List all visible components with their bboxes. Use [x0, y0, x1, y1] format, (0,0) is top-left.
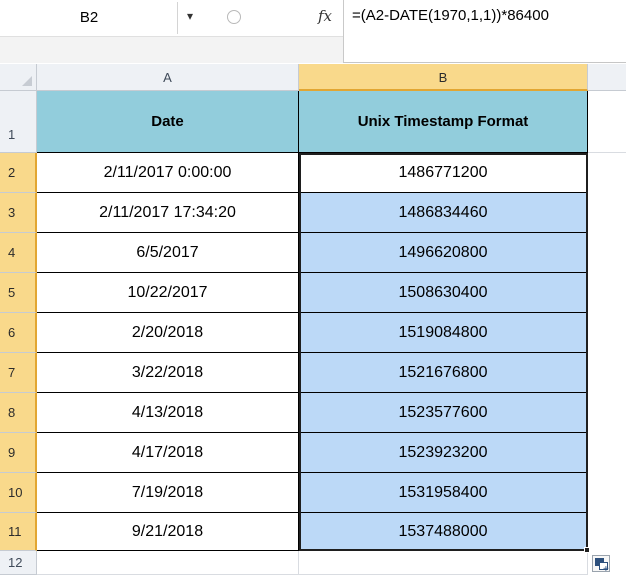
table-cell-date[interactable]: 2/11/2017 0:00:00: [37, 153, 299, 193]
cell-c1[interactable]: [588, 91, 626, 153]
formula-bar: B2 ▾ fx =(A2-DATE(1970,1,1))*86400: [0, 0, 626, 63]
table-cell-timestamp[interactable]: 1531958400: [299, 473, 588, 513]
row-header-11[interactable]: 11: [0, 513, 37, 551]
cell-a12[interactable]: [37, 551, 299, 575]
spreadsheet-grid[interactable]: A B 1 2 3 4 5 6 7 8 9 10 11 12 Date Unix…: [0, 64, 626, 584]
auto-fill-options-icon[interactable]: +: [592, 555, 610, 575]
header-cell-unix-timestamp[interactable]: Unix Timestamp Format: [299, 91, 588, 153]
table-cell-timestamp[interactable]: 1537488000: [299, 513, 588, 551]
name-box[interactable]: B2: [0, 2, 178, 34]
column-header-b[interactable]: B: [299, 64, 588, 91]
table-cell-timestamp[interactable]: 1486834460: [299, 193, 588, 233]
column-header-c[interactable]: [588, 64, 626, 91]
row-header-5[interactable]: 5: [0, 273, 37, 313]
select-all-triangle-icon: [22, 76, 32, 86]
table-cell-date[interactable]: 3/22/2018: [37, 353, 299, 393]
name-box-dropdown-icon[interactable]: ▾: [187, 9, 193, 23]
table-cell-date[interactable]: 10/22/2017: [37, 273, 299, 313]
table-cell-date[interactable]: 9/21/2018: [37, 513, 299, 551]
fill-handle[interactable]: [584, 547, 590, 553]
table-cell-timestamp[interactable]: 1508630400: [299, 273, 588, 313]
table-cell-timestamp-active[interactable]: 1486771200: [299, 153, 588, 193]
table-cell-date[interactable]: 6/5/2017: [37, 233, 299, 273]
table-cell-date[interactable]: 2/11/2017 17:34:20: [37, 193, 299, 233]
row-header-3[interactable]: 3: [0, 193, 37, 233]
name-box-value: B2: [79, 9, 99, 26]
row-header-7[interactable]: 7: [0, 353, 37, 393]
formula-bar-divider: [343, 0, 344, 62]
table-cell-timestamp[interactable]: 1519084800: [299, 313, 588, 353]
table-cell-date[interactable]: 7/19/2018: [37, 473, 299, 513]
formula-bar-expand-icon[interactable]: [227, 10, 241, 24]
header-cell-date[interactable]: Date: [37, 91, 299, 153]
table-cell-date[interactable]: 4/13/2018: [37, 393, 299, 433]
cell-b12[interactable]: [299, 551, 588, 575]
table-cell-timestamp[interactable]: 1521676800: [299, 353, 588, 393]
column-header-a[interactable]: A: [37, 64, 299, 91]
row-header-2[interactable]: 2: [0, 153, 37, 193]
row-header-9[interactable]: 9: [0, 433, 37, 473]
column-c-cells[interactable]: [588, 153, 626, 575]
insert-function-icon[interactable]: fx: [318, 7, 332, 25]
row-header-6[interactable]: 6: [0, 313, 37, 353]
select-all-corner[interactable]: [0, 64, 37, 91]
row-header-4[interactable]: 4: [0, 233, 37, 273]
row-header-12[interactable]: 12: [0, 551, 37, 575]
table-cell-timestamp[interactable]: 1523577600: [299, 393, 588, 433]
plus-icon: +: [603, 564, 609, 575]
formula-bar-lower-area: [0, 36, 343, 63]
formula-input[interactable]: =(A2-DATE(1970,1,1))*86400: [352, 7, 549, 24]
row-header-10[interactable]: 10: [0, 473, 37, 513]
table-cell-date[interactable]: 4/17/2018: [37, 433, 299, 473]
row-header-1[interactable]: 1: [0, 91, 37, 153]
table-cell-timestamp[interactable]: 1496620800: [299, 233, 588, 273]
row-header-8[interactable]: 8: [0, 393, 37, 433]
table-cell-timestamp[interactable]: 1523923200: [299, 433, 588, 473]
table-cell-date[interactable]: 2/20/2018: [37, 313, 299, 353]
